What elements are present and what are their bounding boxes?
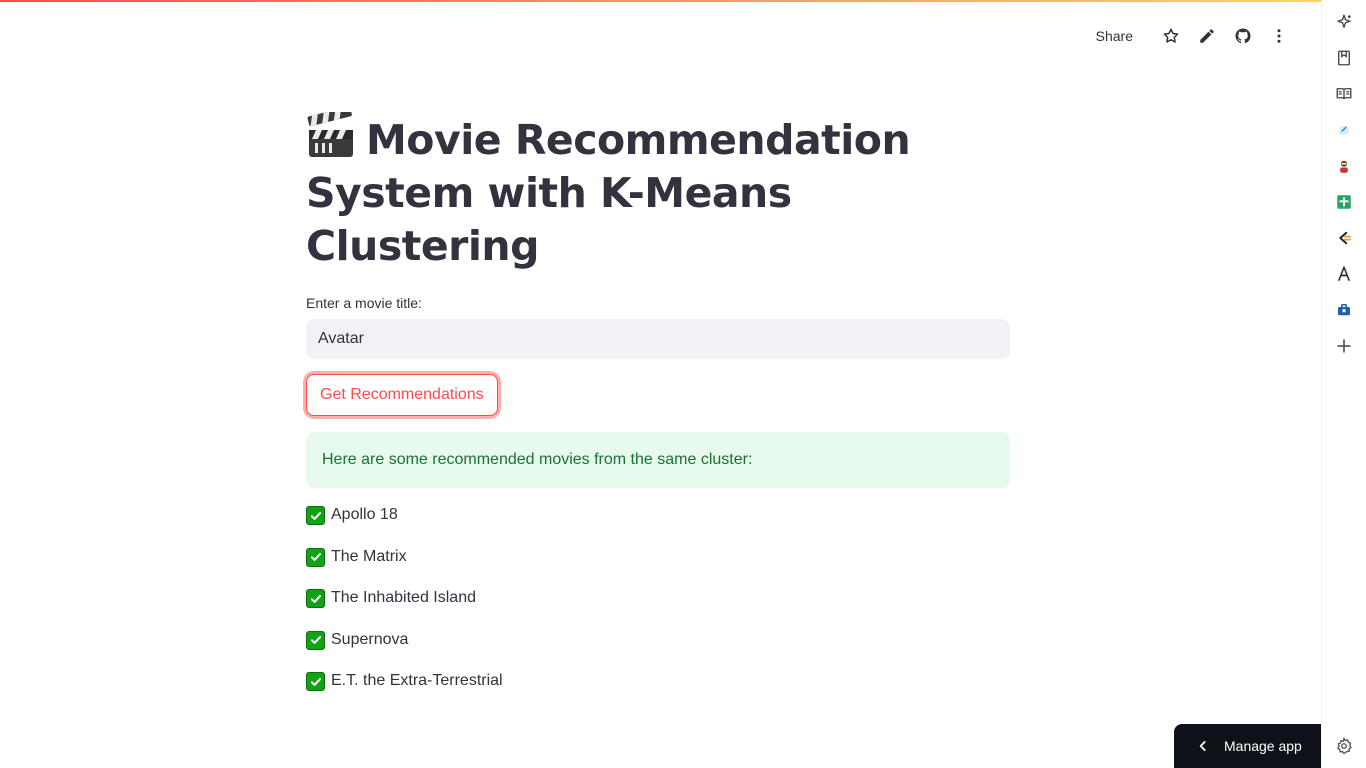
pencil-icon[interactable]: [1189, 24, 1225, 48]
star-icon[interactable]: [1153, 24, 1189, 48]
sparkle-icon[interactable]: [1334, 12, 1354, 32]
check-mark-icon: [306, 589, 325, 608]
movie-title: E.T. the Extra-Terrestrial: [331, 672, 503, 689]
slides-icon[interactable]: [1334, 228, 1354, 248]
settings-icon[interactable]: [1334, 736, 1354, 756]
success-message: Here are some recommended movies from th…: [322, 451, 753, 468]
browser-side-rail: [1321, 0, 1366, 768]
list-item: The Inhabited Island: [306, 589, 1010, 631]
font-icon[interactable]: [1334, 264, 1354, 284]
note-icon[interactable]: [1334, 120, 1354, 140]
clapper-board-icon: [306, 106, 356, 160]
share-button[interactable]: Share: [1096, 28, 1133, 44]
check-mark-icon: [306, 630, 325, 650]
reader-icon[interactable]: [1334, 84, 1354, 104]
movie-title: Apollo 18: [331, 506, 398, 523]
movie-title: The Inhabited Island: [331, 589, 476, 606]
list-item: Supernova: [306, 630, 1010, 673]
app-toolbar: Share: [1096, 24, 1297, 48]
movie-title: The Matrix: [331, 547, 407, 565]
main-content: Movie Recommendation System with K-Means…: [306, 106, 1010, 714]
success-alert: Here are some recommended movies from th…: [306, 432, 1010, 488]
movie-title-label: Enter a movie title:: [306, 295, 422, 311]
page-title: Movie Recommendation System with K-Means…: [306, 106, 1010, 273]
manage-app-button[interactable]: Manage app: [1174, 724, 1321, 768]
list-item: Apollo 18: [306, 506, 1010, 548]
check-mark-icon: [306, 506, 325, 525]
manage-app-label: Manage app: [1224, 738, 1302, 754]
github-icon[interactable]: [1225, 24, 1261, 48]
avatar-icon[interactable]: [1334, 156, 1354, 176]
list-item: The Matrix: [306, 547, 1010, 590]
check-mark-icon: [306, 672, 325, 691]
movie-title: Supernova: [331, 630, 409, 648]
briefcase-icon[interactable]: [1334, 300, 1354, 320]
page-title-text: Movie Recommendation System with K-Means…: [306, 116, 911, 270]
check-mark-icon: [306, 547, 325, 567]
plus-icon[interactable]: [1334, 336, 1354, 356]
top-decoration-bar: [0, 0, 1321, 2]
recommendation-list: Apollo 18 The Matrix The Inhabited Islan…: [306, 506, 1010, 714]
bookmark-icon[interactable]: [1334, 48, 1354, 68]
sheets-icon[interactable]: [1334, 192, 1354, 212]
chevron-left-icon: [1199, 741, 1206, 751]
list-item: E.T. the Extra-Terrestrial: [306, 672, 1010, 714]
movie-title-input[interactable]: [306, 319, 1010, 359]
get-recommendations-button[interactable]: Get Recommendations: [306, 374, 498, 416]
more-vertical-icon[interactable]: [1261, 24, 1297, 48]
